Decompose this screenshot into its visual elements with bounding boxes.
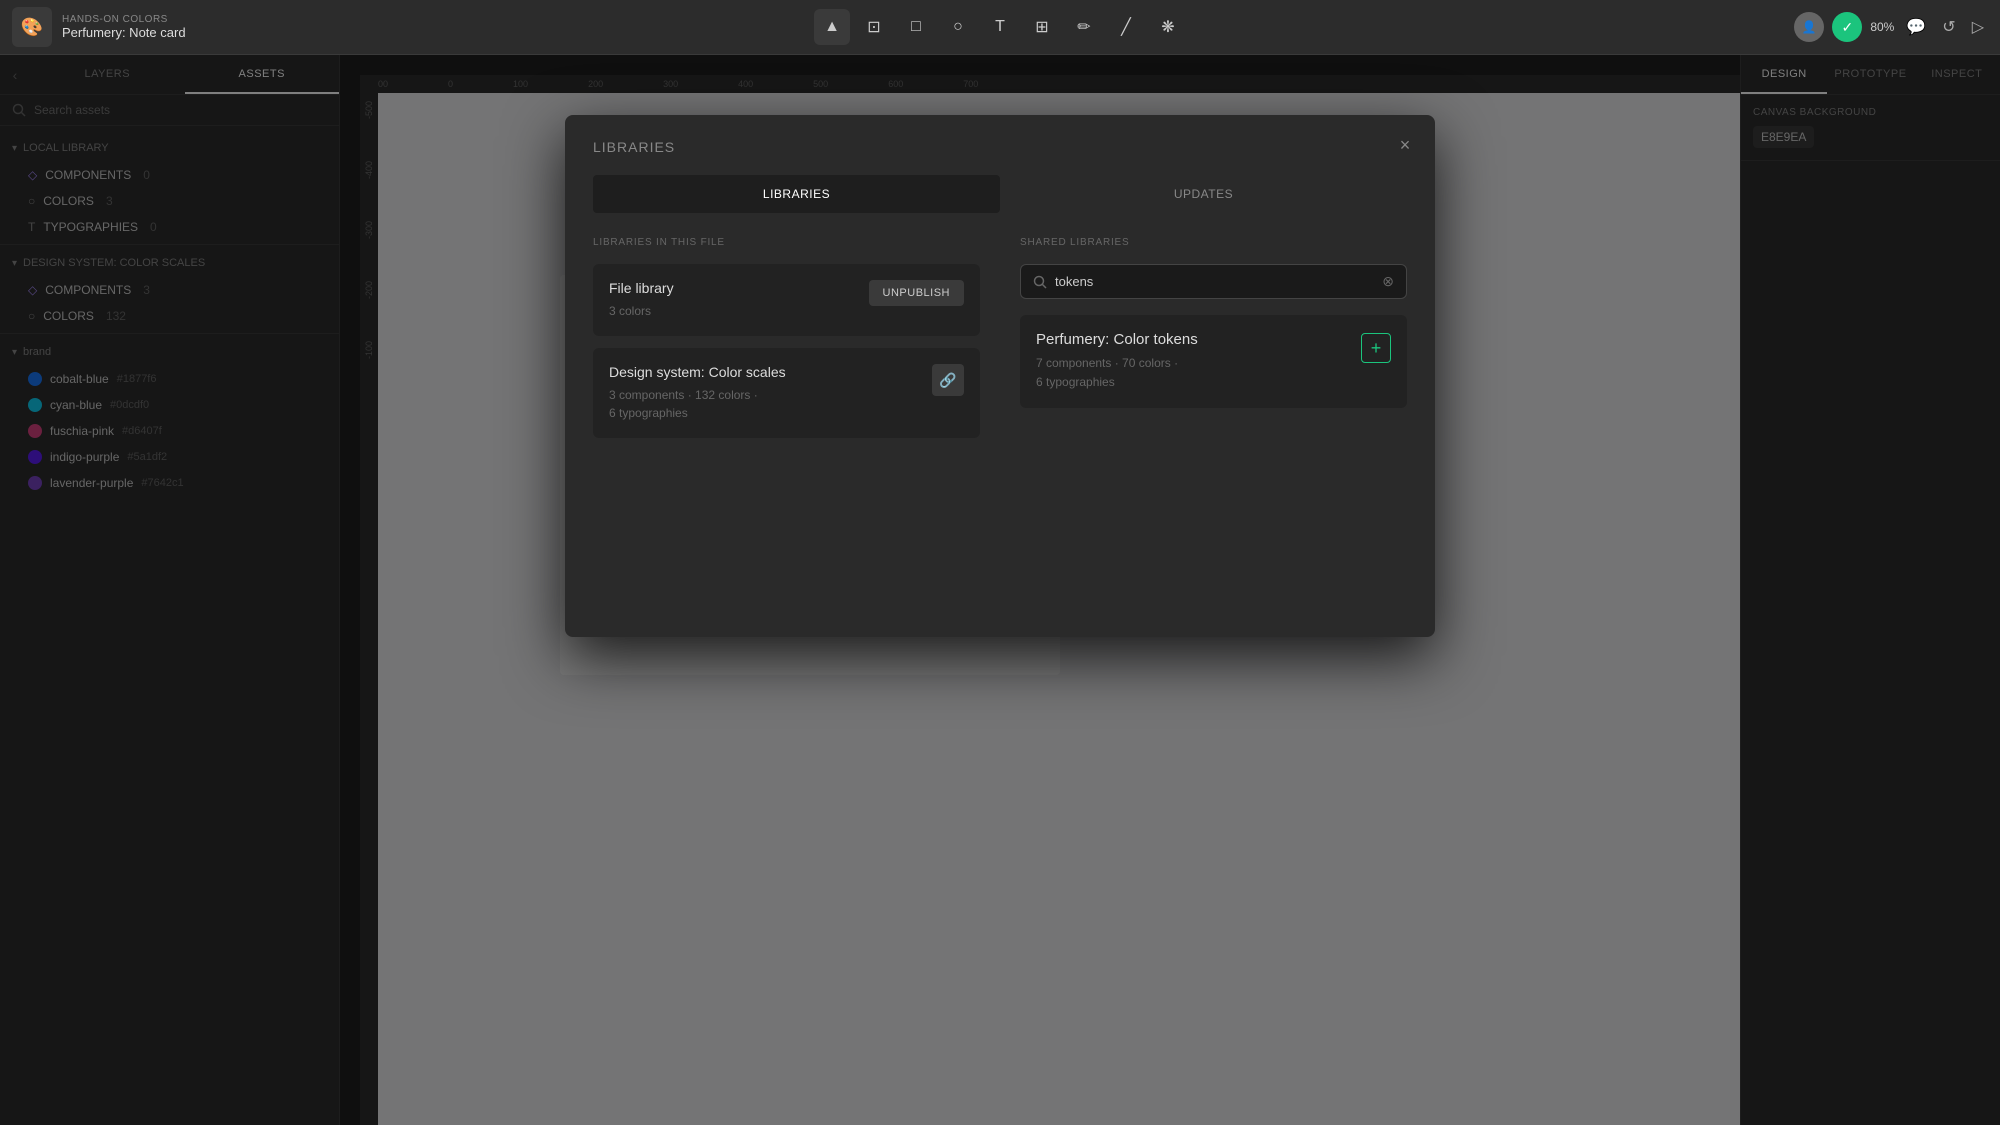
tool-plugin[interactable]: ❋ xyxy=(1150,9,1186,45)
toolbar-center: ▲ ⊡ □ ○ T ⊞ ✏ ╱ ❋ xyxy=(814,9,1186,45)
unpublish-button[interactable]: UNPUBLISH xyxy=(869,280,964,306)
modal-close-button[interactable]: × xyxy=(1391,131,1419,159)
tool-pointer[interactable]: ▲ xyxy=(814,9,850,45)
search-icon-2 xyxy=(1033,275,1047,289)
search-clear-button[interactable]: ⊗ xyxy=(1382,273,1394,290)
shared-lib-desc2: 6 typographies xyxy=(1036,373,1198,392)
modal-tab-libraries[interactable]: LIBRARIES xyxy=(593,175,1000,213)
modal-tab-updates[interactable]: UPDATES xyxy=(1000,175,1407,213)
file-library-title: File library xyxy=(609,280,674,296)
file-library-actions: File library 3 colors UNPUBLISH xyxy=(609,280,964,320)
modal-body: LIBRARIES IN THIS FILE File library 3 co… xyxy=(565,237,1435,637)
library-name: HANDS-ON COLORS xyxy=(62,14,186,25)
shared-search-bar: ⊗ xyxy=(1020,264,1407,299)
libraries-in-file-title: LIBRARIES IN THIS FILE xyxy=(593,237,980,248)
design-system-info: Design system: Color scales 3 components… xyxy=(609,364,786,422)
link-button[interactable]: 🔗 xyxy=(932,364,964,396)
history-icon[interactable]: ↺ xyxy=(1938,13,1959,41)
avatar: 👤 xyxy=(1794,12,1824,42)
design-system-desc1: 3 components · 132 colors · xyxy=(609,386,786,404)
app-logo: 🎨 xyxy=(12,7,52,47)
top-bar: 🎨 HANDS-ON COLORS Perfumery: Note card ▲… xyxy=(0,0,2000,55)
file-name: Perfumery: Note card xyxy=(62,25,186,40)
tool-pen[interactable]: ✏ xyxy=(1066,9,1102,45)
tool-rectangle[interactable]: □ xyxy=(898,9,934,45)
shared-search-input[interactable] xyxy=(1055,274,1374,289)
shared-lib-title: Perfumery: Color tokens xyxy=(1036,331,1198,348)
file-library-item: File library 3 colors UNPUBLISH xyxy=(593,264,980,336)
file-library-desc: 3 colors xyxy=(609,302,674,320)
tool-line[interactable]: ╱ xyxy=(1108,9,1144,45)
present-icon[interactable]: ▷ xyxy=(1968,13,1988,41)
tool-frame[interactable]: ⊡ xyxy=(856,9,892,45)
tool-image[interactable]: ⊞ xyxy=(1024,9,1060,45)
tool-text[interactable]: T xyxy=(982,9,1018,45)
file-library-info: File library 3 colors xyxy=(609,280,674,320)
shared-lib-desc1: 7 components · 70 colors · xyxy=(1036,354,1198,373)
modal-title: LIBRARIES xyxy=(593,139,1407,155)
design-system-actions: Design system: Color scales 3 components… xyxy=(609,364,964,422)
top-bar-right: 👤 ✓ 80% 💬 ↺ ▷ xyxy=(1794,12,1988,42)
design-system-desc2: 6 typographies xyxy=(609,404,786,422)
comment-icon[interactable]: 💬 xyxy=(1902,13,1930,41)
shared-library-info: Perfumery: Color tokens 7 components · 7… xyxy=(1036,331,1198,392)
file-info: HANDS-ON COLORS Perfumery: Note card xyxy=(62,14,186,40)
zoom-level: 80% xyxy=(1870,20,1894,34)
modal-header: LIBRARIES × LIBRARIES UPDATES xyxy=(565,115,1435,213)
tool-ellipse[interactable]: ○ xyxy=(940,9,976,45)
modal-tabs: LIBRARIES UPDATES xyxy=(593,175,1407,213)
shared-libraries-title: SHARED LIBRARIES xyxy=(1020,237,1407,248)
modal-left-section: LIBRARIES IN THIS FILE File library 3 co… xyxy=(593,237,980,609)
design-system-title: Design system: Color scales xyxy=(609,364,786,380)
modal-right-section: SHARED LIBRARIES ⊗ Perfumery: Color toke… xyxy=(1020,237,1407,609)
modal-overlay: LIBRARIES × LIBRARIES UPDATES LIBRARIES … xyxy=(0,55,2000,1125)
shared-library-item: Perfumery: Color tokens 7 components · 7… xyxy=(1020,315,1407,408)
design-system-item: Design system: Color scales 3 components… xyxy=(593,348,980,438)
libraries-modal: LIBRARIES × LIBRARIES UPDATES LIBRARIES … xyxy=(565,115,1435,637)
add-library-button[interactable]: + xyxy=(1361,333,1391,363)
status-icon: ✓ xyxy=(1832,12,1862,42)
